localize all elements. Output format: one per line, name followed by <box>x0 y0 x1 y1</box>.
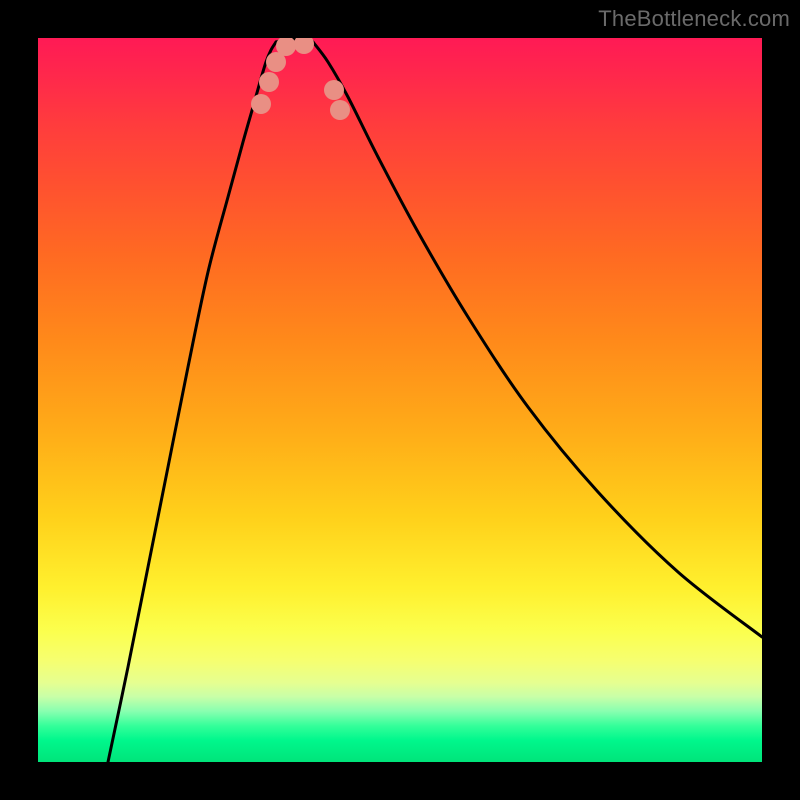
series-right-branch <box>313 42 762 637</box>
plot-area <box>38 38 762 762</box>
curve-svg <box>38 38 762 762</box>
marker-m1 <box>251 94 271 114</box>
marker-group <box>251 38 350 120</box>
watermark-text: TheBottleneck.com <box>598 6 790 32</box>
marker-m7 <box>330 100 350 120</box>
series-group <box>108 39 762 762</box>
marker-m2 <box>259 72 279 92</box>
marker-m6 <box>324 80 344 100</box>
marker-m5 <box>294 38 314 54</box>
chart-frame: TheBottleneck.com <box>0 0 800 800</box>
series-left-branch <box>108 42 276 762</box>
